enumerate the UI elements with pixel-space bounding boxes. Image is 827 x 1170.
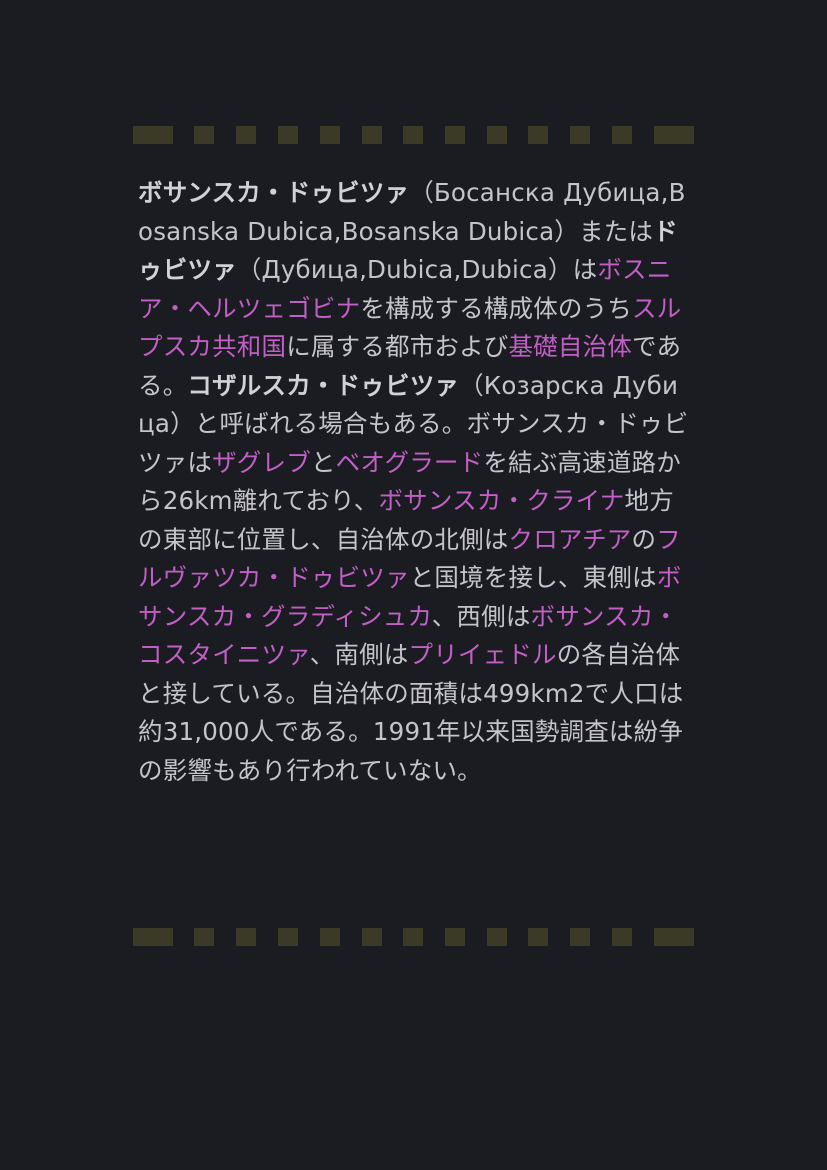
bottom-divider — [133, 928, 694, 948]
article-paragraph: ボサンスカ・ドゥビツァ（Босанска Дубица,Bosanska Dub… — [138, 174, 690, 790]
link-municipality[interactable]: 基礎自治体 — [509, 332, 633, 361]
text-segment: に属する都市および — [286, 332, 509, 361]
text-segment: （Дубица,Dubica,Dubica）は — [236, 255, 598, 284]
text-segment: を構成する構成体のうち — [360, 293, 633, 323]
text-segment: 、西側は — [431, 601, 531, 631]
text-segment: の — [631, 524, 657, 554]
link-bosanska-krajina[interactable]: ボサンスカ・クライナ — [378, 486, 624, 515]
top-divider — [133, 126, 694, 146]
link-prijedor[interactable]: プリイェドル — [409, 640, 557, 669]
link-croatia[interactable]: クロアチア — [509, 525, 632, 554]
title-bosanska-dubica: ボサンスカ・ドゥビツァ — [138, 178, 410, 207]
text-segment: と国境を接し、東側は — [409, 563, 657, 592]
link-belgrade[interactable]: ベオグラード — [336, 448, 484, 477]
text-segment: と — [310, 447, 336, 477]
title-kozarska-dubica: コザルスカ・ドゥビツァ — [187, 370, 460, 400]
text-segment: 、南側は — [309, 640, 409, 669]
link-zagreb[interactable]: ザグレブ — [212, 448, 311, 477]
